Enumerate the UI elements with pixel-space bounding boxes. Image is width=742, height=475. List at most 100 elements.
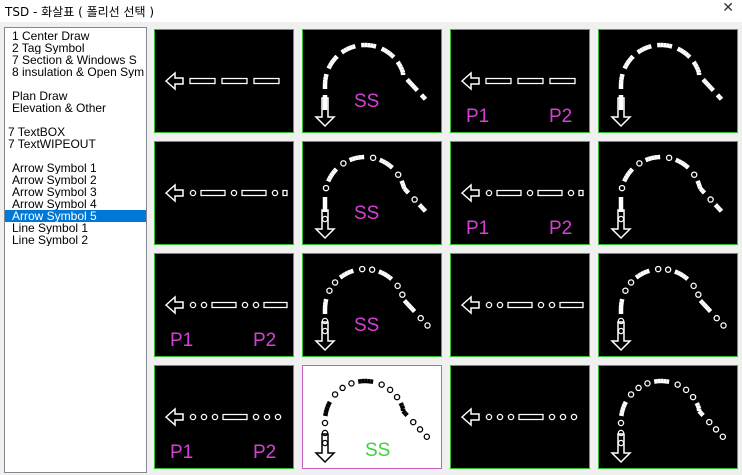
- dash-segment: [326, 64, 332, 70]
- symbol-cell[interactable]: SS: [302, 365, 442, 469]
- dash-segment: [626, 169, 633, 175]
- symbol-cell[interactable]: P1 P2: [154, 253, 294, 357]
- dash-segment: [668, 43, 673, 49]
- arrow-symbol-icon: P1 P2: [164, 407, 282, 463]
- dot-mark: [274, 413, 282, 421]
- dash-segment: [380, 270, 386, 276]
- dot-mark: [635, 384, 642, 392]
- symbol-cell[interactable]: [598, 365, 738, 469]
- dash-segment: [622, 177, 628, 183]
- list-item[interactable]: Line Symbol 2: [5, 234, 146, 246]
- list-item[interactable]: 1 Center Draw: [5, 30, 146, 42]
- dash-segment: [419, 205, 426, 211]
- dash-segment: [697, 409, 703, 415]
- dash-segment: [327, 174, 333, 180]
- dot-mark: [339, 384, 346, 392]
- arrow-symbol-icon: P1 P2: [460, 71, 576, 127]
- dash-segment: [399, 404, 406, 410]
- dash-segment: [683, 51, 690, 57]
- dash-segment: [407, 80, 413, 86]
- dash-segment: [641, 46, 647, 52]
- list-item[interactable]: Arrow Symbol 2: [5, 174, 146, 186]
- list-item[interactable]: 8 insulation & Open Sym: [5, 66, 146, 78]
- close-icon[interactable]: ✕: [722, 0, 734, 16]
- arrow-symbol-icon: [610, 42, 724, 128]
- symbol-cell[interactable]: SS: [302, 253, 442, 357]
- symbol-cell[interactable]: [598, 141, 738, 245]
- dash-segment: [707, 84, 713, 90]
- symbol-cell[interactable]: [450, 253, 590, 357]
- dot-mark: [636, 160, 643, 167]
- dot-mark: [241, 301, 249, 309]
- dot-mark: [411, 196, 418, 203]
- list-item[interactable]: Elevation & Other: [5, 102, 146, 114]
- dot-mark: [485, 301, 493, 309]
- symbol-cell[interactable]: [598, 253, 738, 357]
- dash-segment: [623, 174, 629, 180]
- arrow-symbol-icon: SS: [314, 265, 431, 352]
- dot-mark: [537, 301, 545, 309]
- symbol-label: SS: [354, 91, 379, 112]
- symbol-cell[interactable]: [450, 365, 590, 469]
- dash-segment: [421, 207, 428, 213]
- arrowhead-down: [610, 209, 632, 240]
- list-item[interactable]: 7 TextBOX: [5, 126, 146, 138]
- dash-segment: [636, 48, 642, 55]
- list-item[interactable]: Plan Draw: [5, 90, 146, 102]
- dash-segment: [397, 63, 403, 69]
- dot-mark: [617, 327, 625, 335]
- dot-mark: [322, 184, 330, 192]
- arrow-symbol-icon: [164, 183, 288, 203]
- dash-segment: [333, 54, 339, 61]
- dash-segment: [387, 51, 394, 57]
- list-item[interactable]: Arrow Symbol 5: [5, 210, 146, 222]
- dash-segment: [694, 66, 701, 71]
- symbol-cell[interactable]: SS: [302, 141, 442, 245]
- dash-segment: [406, 303, 413, 309]
- list-item[interactable]: Arrow Symbol 4: [5, 198, 146, 210]
- symbol-cell[interactable]: [154, 29, 294, 133]
- symbol-label: P1: [170, 330, 193, 351]
- arrowhead-down: [314, 433, 336, 464]
- list-item[interactable]: 7 TextWIPEOUT: [5, 138, 146, 150]
- dash-segment: [378, 157, 384, 164]
- dash-segment: [619, 298, 625, 303]
- dot-mark: [627, 391, 635, 398]
- symbol-label: SS: [354, 203, 379, 224]
- dot-mark: [348, 380, 355, 387]
- dash-segment: [496, 189, 522, 197]
- list-item[interactable]: Arrow Symbol 3: [5, 186, 146, 198]
- symbol-label: P1: [466, 218, 489, 239]
- symbol-cell[interactable]: SS: [302, 29, 442, 133]
- arrow-symbol-icon: [610, 154, 724, 240]
- symbol-cell[interactable]: P1 P2: [450, 29, 590, 133]
- list-item[interactable]: Line Symbol 1: [5, 222, 146, 234]
- dash-segment: [622, 64, 628, 70]
- list-item-label: Elevation & Other: [12, 102, 107, 114]
- list-item[interactable]: 2 Tag Symbol: [5, 42, 146, 54]
- symbol-cell[interactable]: [598, 29, 738, 133]
- list-item[interactable]: 7 Section & Windows S: [5, 54, 146, 66]
- list-item-label: Arrow Symbol 5: [12, 210, 97, 222]
- dash-segment: [399, 179, 405, 185]
- arrow-symbol-icon: P1 P2: [164, 295, 288, 351]
- dash-segment: [263, 301, 288, 309]
- dot-mark: [622, 287, 629, 294]
- dash-segment: [679, 272, 685, 278]
- category-list[interactable]: 1 Center Draw 2 Tag Symbol 7 Section & Win…: [4, 27, 147, 473]
- dot-mark: [368, 266, 376, 273]
- dot-mark: [627, 279, 635, 286]
- symbol-cell[interactable]: P1 P2: [450, 141, 590, 245]
- symbol-cell[interactable]: P1 P2: [154, 365, 294, 469]
- dash-segment: [338, 274, 344, 280]
- arrowhead-down: [314, 321, 336, 352]
- symbol-cell[interactable]: [154, 141, 294, 245]
- dot-mark: [617, 439, 625, 447]
- list-item[interactable]: Arrow Symbol 1: [5, 162, 146, 174]
- dash-segment: [398, 66, 405, 71]
- dash-segment: [717, 207, 724, 213]
- dot-mark: [399, 291, 406, 298]
- dash-segment: [619, 73, 625, 78]
- dash-segment: [385, 49, 391, 56]
- dash-segment: [627, 57, 633, 63]
